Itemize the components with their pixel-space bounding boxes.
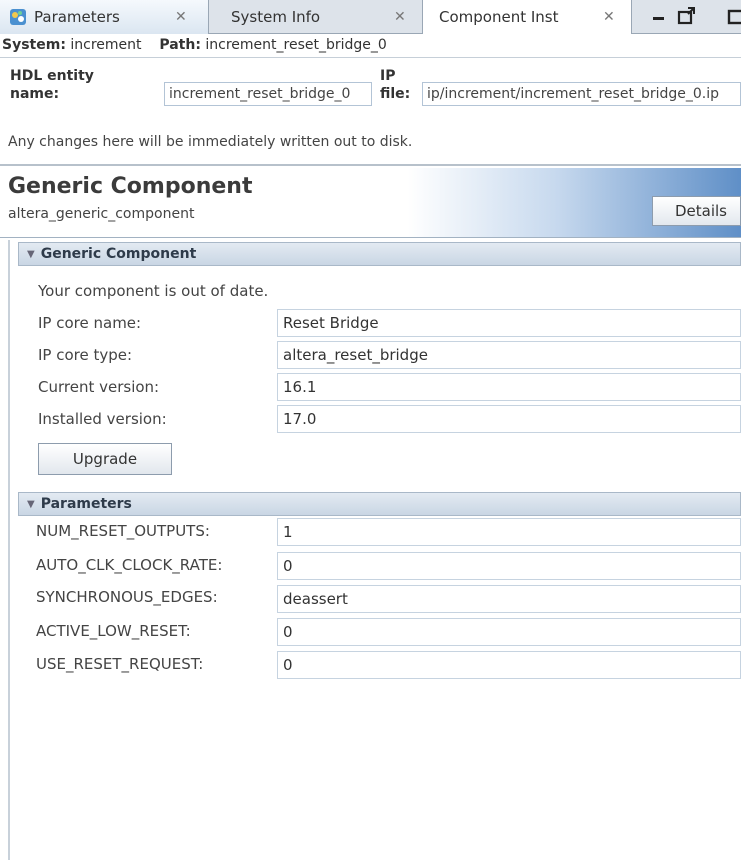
ip-core-name-value: Reset Bridge (277, 309, 741, 337)
tab-bar: Parameters ✕ System Info ✕ Component Ins… (0, 0, 741, 34)
divider (0, 164, 741, 166)
system-path-bar: System: increment Path: increment_reset_… (0, 34, 741, 58)
close-icon[interactable]: ✕ (175, 9, 187, 25)
hdl-entity-label-line2: name: (10, 86, 60, 102)
tab-system-info-label: System Info (231, 8, 321, 26)
page-title: Generic Component (8, 174, 253, 199)
section-title: Generic Component (40, 246, 197, 262)
tab-parameters-label: Parameters (34, 8, 120, 26)
system-label: System: (2, 37, 66, 53)
param-value-field[interactable]: 1 (277, 518, 741, 546)
ip-file-label-line2: file: (380, 86, 411, 102)
parameters-app-icon (10, 9, 26, 25)
hdl-settings: HDL entity name: increment_reset_bridge_… (10, 62, 741, 130)
current-version-value: 16.1 (277, 373, 741, 401)
page-subtitle: altera_generic_component (8, 206, 195, 222)
window-controls (632, 0, 741, 34)
ip-core-type-label: IP core type: (38, 346, 133, 364)
param-label: AUTO_CLK_CLOCK_RATE: (36, 556, 223, 574)
triangle-down-icon[interactable]: ▼ (27, 494, 35, 516)
minimize-icon[interactable] (650, 7, 670, 27)
tab-parameters[interactable]: Parameters ✕ (0, 0, 209, 34)
upgrade-button[interactable]: Upgrade (38, 443, 172, 475)
disk-write-note: Any changes here will be immediately wri… (8, 134, 413, 150)
ip-file-field[interactable]: ip/increment/increment_reset_bridge_0.ip (422, 82, 741, 106)
param-value-field[interactable]: 0 (277, 651, 741, 679)
param-value-field[interactable]: deassert (277, 585, 741, 613)
ip-core-name-label: IP core name: (38, 314, 142, 332)
triangle-down-icon[interactable]: ▼ (27, 244, 35, 266)
path-label: Path: (159, 37, 201, 53)
restore-icon[interactable] (727, 5, 741, 27)
tab-system-info[interactable]: System Info ✕ (209, 0, 423, 34)
param-label: SYNCHRONOUS_EDGES: (36, 588, 218, 606)
details-button[interactable]: Details (652, 196, 741, 226)
generic-component-section-header[interactable]: ▼ Generic Component (18, 242, 741, 266)
panel-left-edge (8, 240, 10, 860)
hdl-entity-label-line1: HDL entity (10, 68, 94, 84)
close-icon[interactable]: ✕ (394, 9, 406, 25)
parameters-section-header[interactable]: ▼ Parameters (18, 492, 741, 516)
tab-component-inst[interactable]: Component Inst ✕ (423, 0, 632, 34)
param-label: ACTIVE_LOW_RESET: (36, 622, 191, 640)
section-title: Parameters (40, 496, 132, 512)
installed-version-value: 17.0 (277, 405, 741, 433)
param-label: USE_RESET_REQUEST: (36, 655, 204, 673)
ip-core-type-value: altera_reset_bridge (277, 341, 741, 369)
param-value-field[interactable]: 0 (277, 618, 741, 646)
path-value: increment_reset_bridge_0 (205, 37, 387, 53)
param-value-field[interactable]: 0 (277, 552, 741, 580)
installed-version-label: Installed version: (38, 410, 167, 428)
system-value: increment (70, 37, 142, 53)
out-of-date-status: Your component is out of date. (38, 282, 269, 300)
close-icon[interactable]: ✕ (603, 9, 615, 25)
current-version-label: Current version: (38, 378, 160, 396)
ip-file-label-line1: IP (380, 68, 396, 84)
component-header: Generic Component altera_generic_compone… (0, 168, 741, 238)
param-label: NUM_RESET_OUTPUTS: (36, 522, 210, 540)
hdl-entity-name-field[interactable]: increment_reset_bridge_0 (164, 82, 372, 106)
maximize-icon[interactable] (676, 5, 698, 27)
tab-component-inst-label: Component Inst (439, 8, 559, 26)
